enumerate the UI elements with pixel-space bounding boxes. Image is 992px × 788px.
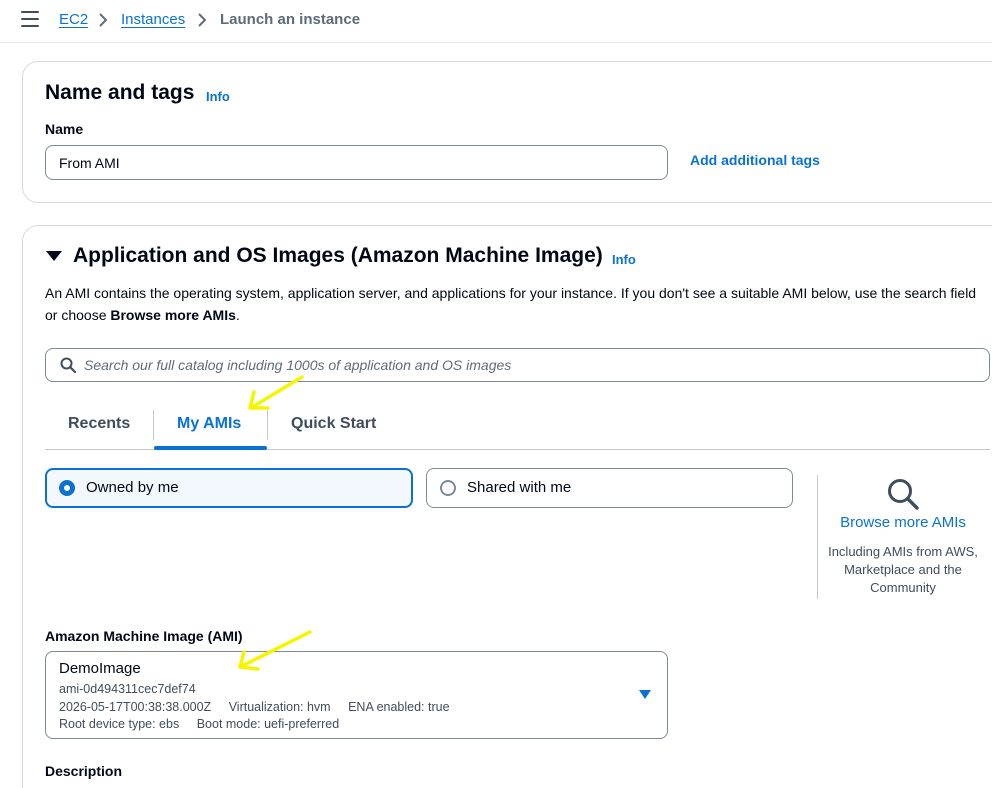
search-icon [60, 357, 76, 373]
tab-divider [153, 410, 154, 440]
active-tab-indicator [154, 446, 267, 450]
ami-ena: ENA enabled: true [348, 700, 450, 714]
ami-section-title: Application and OS Images (Amazon Machin… [73, 244, 603, 267]
caret-down-icon[interactable] [46, 251, 62, 261]
shared-with-me-label: Shared with me [467, 479, 572, 496]
add-additional-tags-link[interactable]: Add additional tags [690, 152, 820, 168]
name-and-tags-info-link[interactable]: Info [206, 89, 230, 104]
ami-search-box [45, 348, 990, 382]
chevron-right-icon [198, 13, 207, 27]
top-bar: EC2 Instances Launch an instance [0, 0, 992, 43]
ami-created: 2026-05-17T00:38:38.000Z [59, 700, 212, 714]
description-label: Description [45, 763, 123, 779]
magnifier-icon[interactable] [886, 477, 920, 511]
ami-select[interactable]: DemoImage ami-0d494311cec7def74 2026-05-… [45, 651, 668, 739]
tab-quick-start[interactable]: Quick Start [291, 415, 376, 433]
ami-details-line: Root device type: ebs Boot mode: uefi-pr… [59, 717, 353, 731]
ami-info-link[interactable]: Info [612, 252, 636, 267]
chevron-right-icon [99, 13, 108, 27]
radio-unselected-icon[interactable] [440, 480, 456, 496]
name-input[interactable] [45, 145, 668, 180]
name-and-tags-title: Name and tags [45, 81, 195, 104]
ami-label: Amazon Machine Image (AMI) [45, 628, 243, 644]
ami-virtualization: Virtualization: hvm [228, 700, 331, 714]
breadcrumb-instances[interactable]: Instances [121, 11, 185, 29]
ami-name: DemoImage [59, 660, 141, 677]
owned-by-me-option[interactable]: Owned by me [45, 468, 413, 508]
name-label: Name [45, 121, 84, 137]
dropdown-caret-icon [639, 690, 651, 699]
browse-more-amis-subtext: Including AMIs from AWS, Marketplace and… [828, 544, 978, 595]
ami-boot-mode: Boot mode: uefi-preferred [196, 717, 340, 731]
radio-selected-icon[interactable] [59, 480, 75, 496]
ami-description: An AMI contains the operating system, ap… [45, 285, 977, 323]
shared-with-me-option[interactable]: Shared with me [426, 468, 793, 508]
ami-details-line: 2026-05-17T00:38:38.000Z Virtualization:… [59, 700, 464, 714]
menu-icon[interactable] [21, 11, 39, 27]
tab-recents[interactable]: Recents [68, 415, 130, 433]
breadcrumb-ec2[interactable]: EC2 [59, 11, 88, 29]
tab-divider [267, 410, 268, 440]
breadcrumb-current: Launch an instance [220, 11, 361, 28]
ami-search-input[interactable] [84, 349, 974, 381]
tab-my-amis[interactable]: My AMIs [177, 415, 241, 433]
browse-more-amis-link[interactable]: Browse more AMIs [818, 514, 988, 531]
ami-id: ami-0d494311cec7def74 [59, 682, 196, 696]
owned-by-me-label: Owned by me [86, 479, 179, 496]
ami-root-device: Root device type: ebs [59, 717, 180, 731]
